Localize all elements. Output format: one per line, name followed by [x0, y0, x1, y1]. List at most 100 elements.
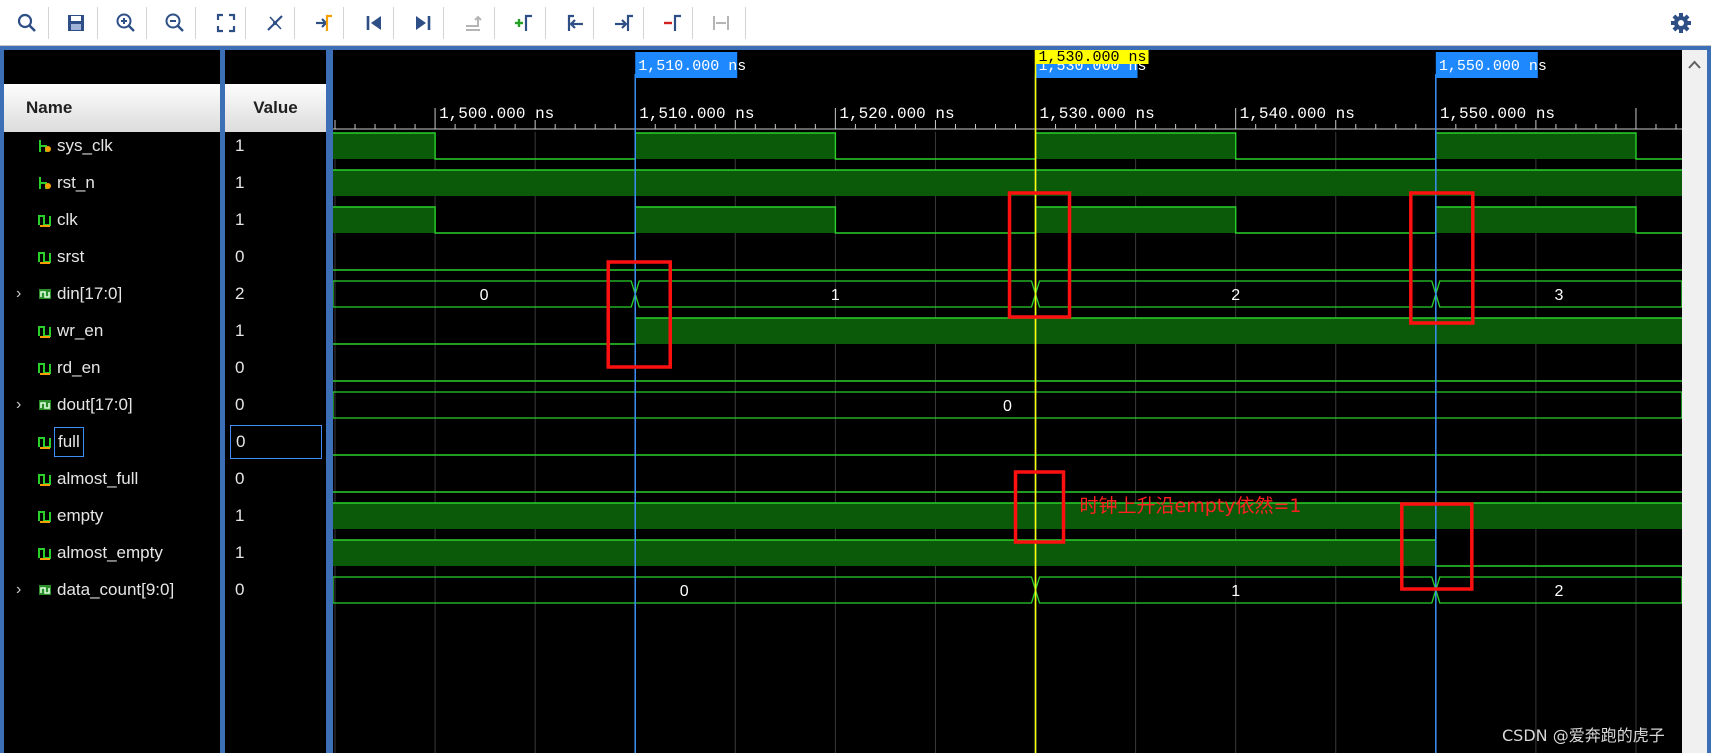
input-port-icon: [39, 140, 51, 152]
signal-name: din[17:0]: [57, 284, 123, 303]
signal-value-row[interactable]: 2: [225, 276, 326, 313]
go-to-cursor-button[interactable]: [260, 8, 290, 38]
signal-icon: [38, 363, 51, 375]
waveform-panel[interactable]: 1,500.000 ns 1,510.000 ns 1,520.000 ns 1,53…: [333, 50, 1682, 753]
signal-value-row[interactable]: 1: [225, 165, 326, 202]
signal-row[interactable]: almost_full: [4, 461, 220, 498]
value-header-label: Value: [253, 98, 298, 117]
signal-value-row[interactable]: 0: [225, 387, 326, 424]
name-column-header[interactable]: Name: [4, 84, 220, 132]
bus-icon: [39, 289, 51, 299]
search-icon: [17, 13, 36, 32]
zoom-fit-button[interactable]: [211, 8, 241, 38]
add-marker-icon: [515, 14, 532, 31]
toolbar-separator: [443, 7, 444, 39]
signal-row[interactable]: › din[17:0]: [4, 276, 220, 313]
zoom-in-icon: [116, 13, 135, 32]
signal-value-row[interactable]: 0: [225, 239, 326, 276]
signal-row[interactable]: clk: [4, 202, 220, 239]
waveform-high-fill: [1435, 133, 1636, 159]
watermark-text: CSDN @爱奔跑的虎子: [1502, 726, 1665, 745]
signal-value-row[interactable]: 1: [225, 498, 326, 535]
signal-value: 1: [235, 210, 245, 229]
signal-name: empty: [57, 506, 104, 525]
signal-row[interactable]: srst: [4, 239, 220, 276]
signal-value-row[interactable]: 0: [225, 350, 326, 387]
bus-segment-value: 1: [1231, 583, 1240, 600]
signal-value: 0: [235, 469, 245, 488]
signal-value: 0: [235, 247, 245, 266]
next-marker-button[interactable]: [609, 8, 639, 38]
snap-button[interactable]: [706, 8, 736, 38]
ruler-tick-label: 1,540.000 ns: [1240, 105, 1355, 123]
bus-icon: [39, 585, 51, 595]
settings-button[interactable]: [1666, 8, 1696, 38]
signal-row[interactable]: wr_en: [4, 313, 220, 350]
bus-segment-value: 2: [1554, 583, 1563, 600]
zoom-in-button[interactable]: [111, 8, 141, 38]
signal-row[interactable]: rst_n: [4, 165, 220, 202]
toolbar-separator: [97, 7, 98, 39]
signal-name: wr_en: [57, 321, 104, 340]
ruler-tick-label: 1,530.000 ns: [1040, 105, 1155, 123]
waveform-canvas[interactable]: 1,500.000 ns 1,510.000 ns 1,520.000 ns 1,53…: [333, 50, 1682, 753]
snap-icon: [713, 16, 729, 30]
signal-row[interactable]: almost_empty: [4, 535, 220, 572]
zoom-out-icon: [165, 13, 184, 32]
go-to-time-zero-button[interactable]: [309, 8, 339, 38]
scroll-up-icon[interactable]: [1682, 50, 1707, 80]
go-to-first-icon: [366, 16, 381, 30]
search-button[interactable]: [12, 8, 42, 38]
signal-row[interactable]: sys_clk: [4, 128, 220, 165]
signal-value: 2: [235, 284, 245, 303]
go-to-last-button[interactable]: [408, 8, 438, 38]
signal-value: 0: [230, 425, 322, 459]
expand-chevron-icon[interactable]: ›: [16, 285, 28, 303]
add-marker-button[interactable]: [509, 8, 539, 38]
go-to-first-button[interactable]: [359, 8, 389, 38]
signal-name: clk: [57, 210, 78, 229]
bus-icon: [39, 400, 51, 410]
signal-row[interactable]: rd_en: [4, 350, 220, 387]
previous-marker-button[interactable]: [560, 8, 590, 38]
waveform-high-fill: [1035, 207, 1236, 233]
go-to-cursor-icon: [267, 15, 283, 31]
signal-value-row[interactable]: 1: [225, 313, 326, 350]
signal-value-row[interactable]: 1: [225, 202, 326, 239]
signal-name: rst_n: [57, 173, 95, 192]
delete-marker-button[interactable]: [658, 8, 688, 38]
expand-chevron-icon[interactable]: ›: [16, 581, 28, 599]
save-button[interactable]: [61, 8, 91, 38]
waveform-high-fill: [333, 133, 436, 159]
signal-row[interactable]: full: [4, 424, 220, 461]
signal-row[interactable]: empty: [4, 498, 220, 535]
bus-segment-value: 0: [1003, 398, 1012, 415]
signal-value-row[interactable]: 1: [225, 535, 326, 572]
swap-cursors-button[interactable]: [458, 8, 488, 38]
signal-value-row[interactable]: 1: [225, 128, 326, 165]
waveform-high-fill: [635, 318, 1682, 344]
toolbar: [0, 0, 1711, 46]
waveform-high-fill: [333, 503, 1682, 529]
highlight-box: [606, 260, 672, 369]
signal-value: 0: [235, 395, 245, 414]
signal-value-row[interactable]: 0: [225, 424, 326, 461]
input-port-icon: [39, 177, 51, 189]
signal-row[interactable]: › data_count[9:0]: [4, 572, 220, 609]
signal-value-row[interactable]: 0: [225, 461, 326, 498]
zoom-out-button[interactable]: [160, 8, 190, 38]
signal-name: sys_clk: [57, 136, 113, 155]
expand-chevron-icon[interactable]: ›: [16, 396, 28, 414]
ruler-tick-label: 1,510.000 ns: [639, 105, 754, 123]
signal-row[interactable]: › dout[17:0]: [4, 387, 220, 424]
signal-name: rd_en: [57, 358, 101, 377]
vertical-scrollbar[interactable]: [1682, 50, 1707, 753]
value-column-header[interactable]: Value: [225, 84, 326, 132]
toolbar-separator: [393, 7, 394, 39]
signal-value-row[interactable]: 0: [225, 572, 326, 609]
signal-name: almost_full: [57, 469, 139, 488]
time-ruler[interactable]: 1,500.000 ns 1,510.000 ns 1,520.000 ns 1,53…: [333, 105, 1682, 130]
toolbar-separator: [195, 7, 196, 39]
delete-marker-icon: [664, 14, 681, 31]
bus-segment-value: 3: [1554, 287, 1563, 304]
